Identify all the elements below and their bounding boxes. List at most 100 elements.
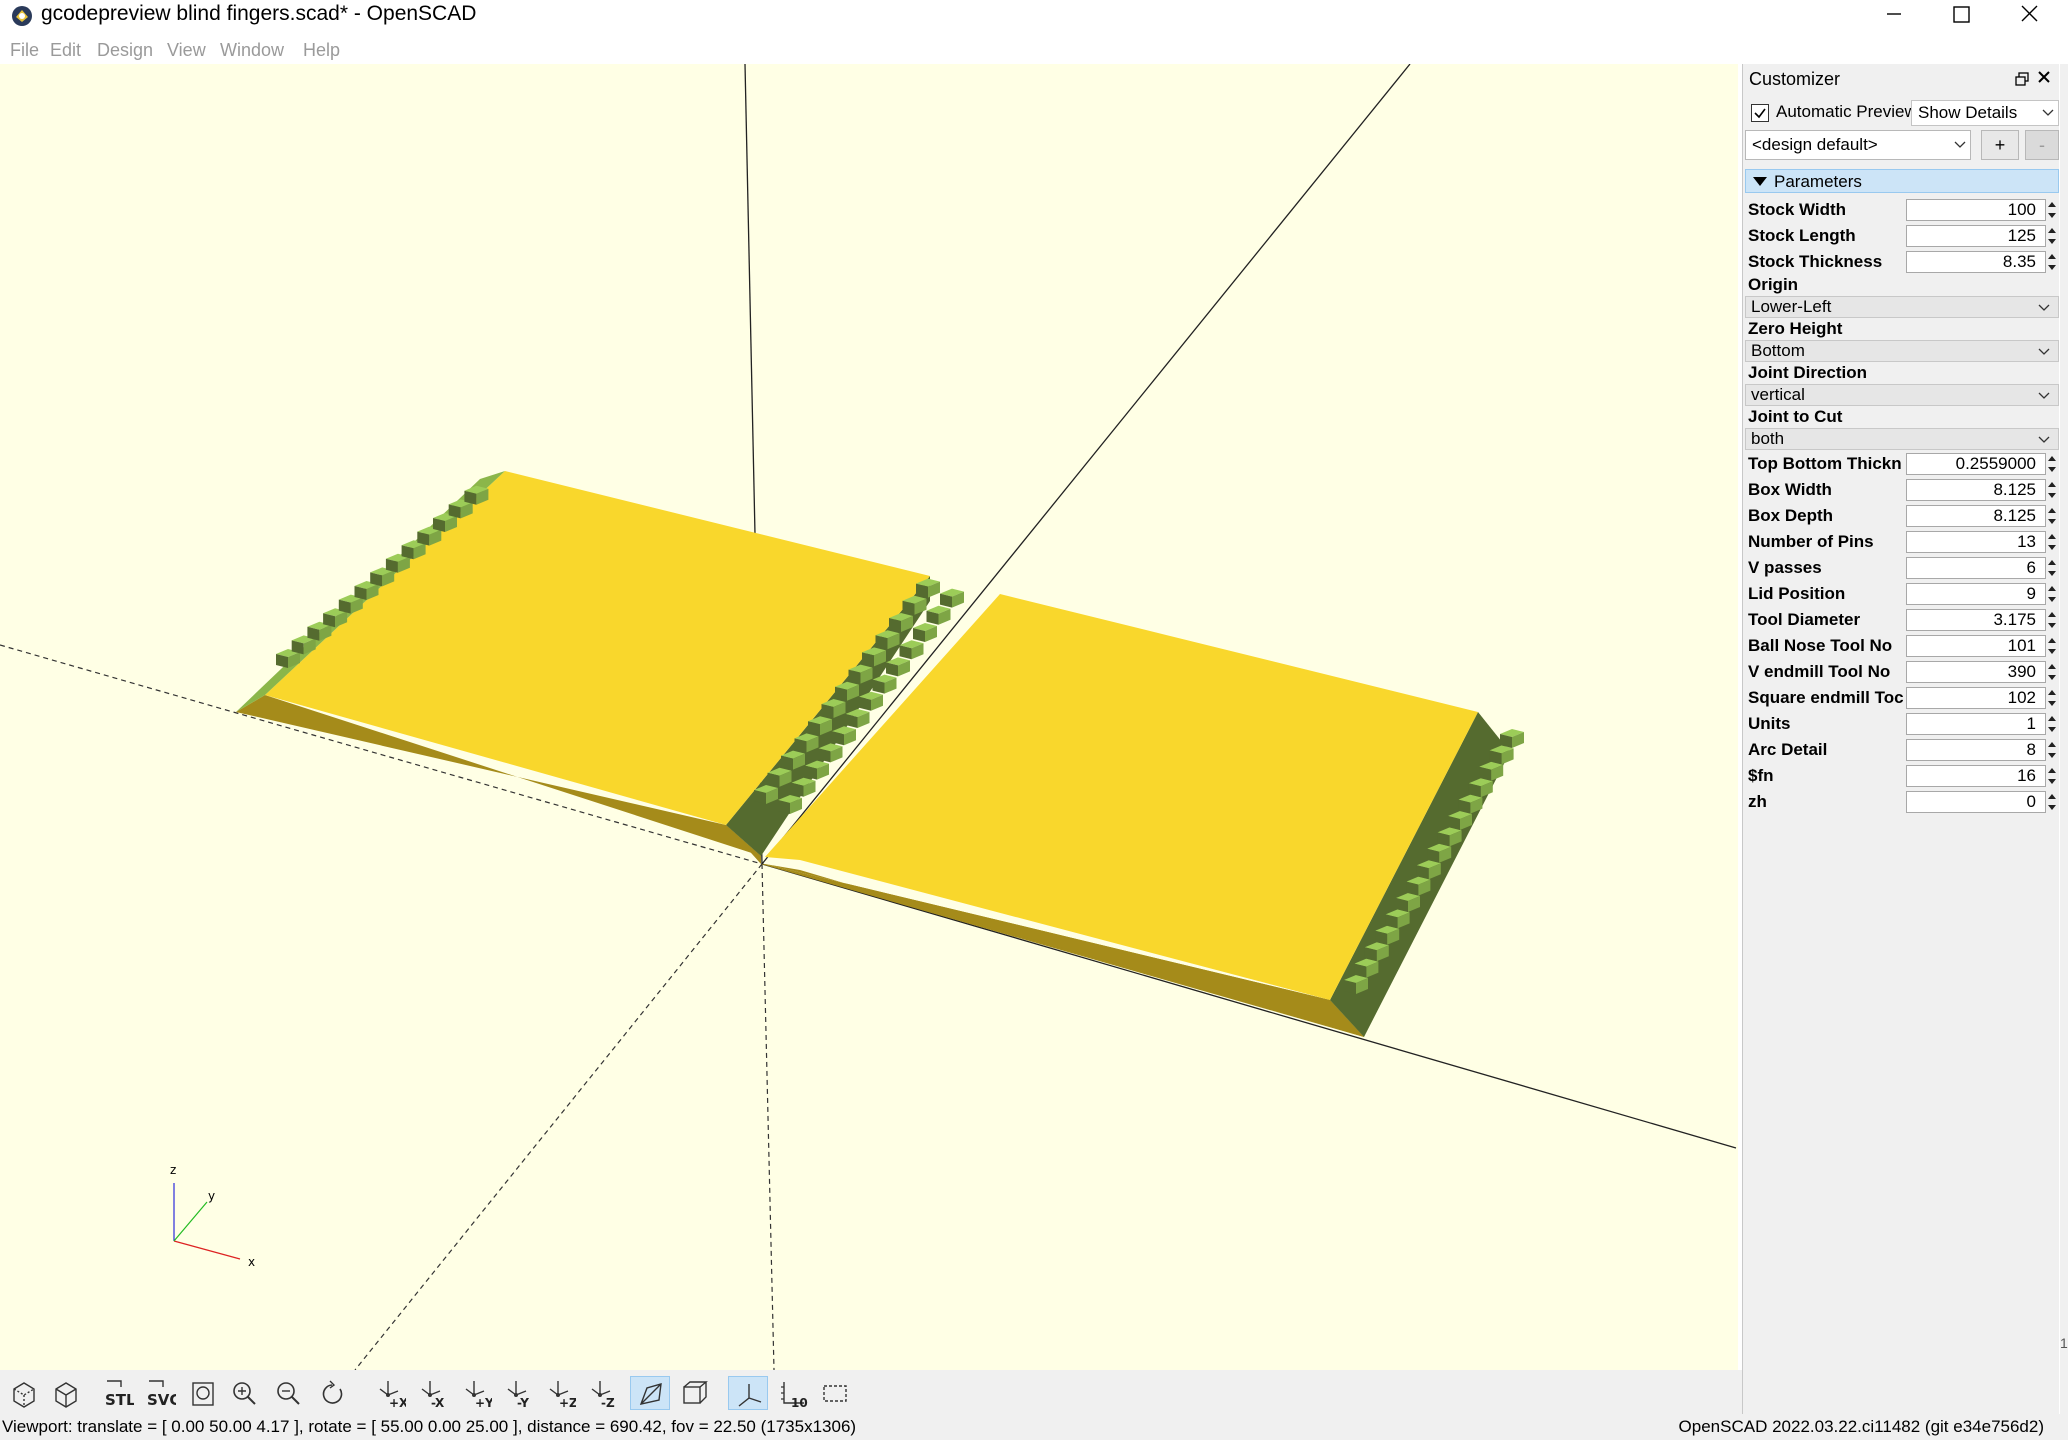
automatic-preview-checkbox[interactable] (1751, 104, 1769, 122)
param-spinbox[interactable]: 125 (1906, 225, 2046, 247)
param-spinbox[interactable]: 0.2559000 (1906, 453, 2046, 475)
param-spinbox[interactable]: 16 (1906, 765, 2046, 787)
param-spinbox[interactable]: 102 (1906, 687, 2046, 709)
param-label: Number of Pins (1748, 532, 1874, 551)
param-spinbox[interactable]: 8.35 (1906, 251, 2046, 273)
param-dropdown[interactable]: both (1745, 428, 2059, 450)
param-label: Stock Thickness (1748, 252, 1883, 271)
view-bottom-button[interactable]: -Z (582, 1376, 622, 1410)
menu-window[interactable]: Window (220, 40, 284, 61)
toolbar-button-text: -Z (601, 1396, 615, 1409)
menu-design[interactable]: Design (97, 40, 153, 61)
show-edges-button[interactable] (815, 1376, 855, 1410)
chevron-down-icon (2038, 436, 2050, 443)
view-front-icon: -Y (507, 1381, 529, 1409)
view-right-button[interactable]: +X (370, 1376, 410, 1410)
add-preset-button[interactable]: + (1981, 130, 2019, 160)
view-back-button[interactable]: +Y (456, 1376, 496, 1410)
zoom-in-button[interactable] (224, 1376, 264, 1410)
undock-panel-icon[interactable] (2015, 72, 2029, 90)
preview-icon (13, 1382, 35, 1408)
param-spinbox[interactable]: 13 (1906, 531, 2046, 553)
spin-arrows-icon[interactable] (2045, 635, 2059, 657)
orthogonal-button[interactable] (674, 1376, 714, 1410)
view-all-button[interactable] (182, 1376, 222, 1410)
spin-arrows-icon[interactable] (2045, 791, 2059, 813)
export-svg-button[interactable]: SVG (140, 1376, 180, 1410)
axis-indicator-y-label: y (208, 1189, 215, 1203)
param-spinbox[interactable]: 101 (1906, 635, 2046, 657)
maximize-icon (1953, 6, 1970, 23)
menu-file[interactable]: File (10, 40, 39, 61)
param-spinbox[interactable]: 6 (1906, 557, 2046, 579)
param-spinbox[interactable]: 390 (1906, 661, 2046, 683)
param-spinbox[interactable]: 8.125 (1906, 505, 2046, 527)
close-panel-icon[interactable] (2037, 68, 2051, 89)
param-label: V endmill Tool No (1748, 662, 1891, 681)
render-button[interactable] (46, 1376, 86, 1410)
param-label: Box Width (1748, 480, 1832, 499)
param-spinbox[interactable]: 100 (1906, 199, 2046, 221)
param-spinbox[interactable]: 9 (1906, 583, 2046, 605)
stl-icon: STL (105, 1380, 134, 1409)
maximize-button[interactable] (1932, 0, 1992, 28)
spin-arrows-icon[interactable] (2045, 557, 2059, 579)
view-right-icon: +X (379, 1381, 406, 1409)
render-icon (55, 1382, 77, 1408)
reset-view-button[interactable] (312, 1376, 352, 1410)
viewport-toolbar: STL SVG +X -X +Y -Y +Z -Z 10 (0, 1370, 1742, 1414)
zoom-out-button[interactable] (268, 1376, 308, 1410)
checkmark-icon (1754, 108, 1766, 119)
parameters-group-header[interactable]: Parameters (1745, 169, 2059, 193)
remove-preset-button[interactable]: - (2025, 130, 2059, 160)
spin-arrows-icon[interactable] (2045, 505, 2059, 527)
spin-arrows-icon[interactable] (2045, 199, 2059, 221)
spin-arrows-icon[interactable] (2045, 479, 2059, 501)
preset-dropdown[interactable]: <design default> (1745, 130, 1971, 160)
menu-view[interactable]: View (167, 40, 206, 61)
view-left-button[interactable]: -X (412, 1376, 452, 1410)
param-spinbox[interactable]: 8 (1906, 739, 2046, 761)
spin-arrows-icon[interactable] (2045, 713, 2059, 735)
param-spinbox[interactable]: 3.175 (1906, 609, 2046, 631)
param-dropdown[interactable]: Bottom (1745, 340, 2059, 362)
show-details-dropdown[interactable]: Show Details (1911, 100, 2059, 126)
param-spinbox[interactable]: 1 (1906, 713, 2046, 735)
param-spinbox[interactable]: 8.125 (1906, 479, 2046, 501)
spin-arrows-icon[interactable] (2045, 765, 2059, 787)
spin-arrows-icon[interactable] (2045, 609, 2059, 631)
spin-arrows-icon[interactable] (2045, 739, 2059, 761)
param-dropdown[interactable]: Lower-Left (1745, 296, 2059, 318)
perspective-button[interactable] (630, 1376, 670, 1410)
preview-button[interactable] (4, 1376, 44, 1410)
spin-arrows-icon[interactable] (2045, 687, 2059, 709)
menu-edit[interactable]: Edit (50, 40, 81, 61)
chevron-down-icon (2042, 109, 2054, 116)
spin-arrows-icon[interactable] (2045, 225, 2059, 247)
customizer-scrollbar[interactable] (2060, 64, 2068, 1414)
show-axes-button[interactable] (728, 1376, 768, 1410)
minimize-button[interactable] (1865, 0, 1925, 28)
3d-viewport[interactable]: z y x (0, 64, 1738, 1370)
spin-arrows-icon[interactable] (2045, 531, 2059, 553)
param-spinbox[interactable]: 0 (1906, 791, 2046, 813)
spin-arrows-icon[interactable] (2045, 251, 2059, 273)
show-scale-button[interactable]: 10 (772, 1376, 812, 1410)
close-window-button[interactable] (2000, 0, 2060, 28)
chevron-down-icon (2038, 392, 2050, 399)
scroll-corner-indicator: 1 (2060, 1335, 2068, 1351)
export-stl-button[interactable]: STL (98, 1376, 138, 1410)
param-label: Top Bottom Thickn (1748, 454, 1902, 473)
param-label: Zero Height (1748, 319, 1843, 338)
customizer-title: Customizer (1749, 69, 1841, 89)
param-dropdown[interactable]: vertical (1745, 384, 2059, 406)
view-top-button[interactable]: +Z (540, 1376, 580, 1410)
spin-arrows-icon[interactable] (2045, 661, 2059, 683)
view-front-button[interactable]: -Y (498, 1376, 538, 1410)
menu-help[interactable]: Help (303, 40, 340, 61)
openscad-app-icon[interactable] (10, 4, 34, 28)
orthogonal-icon (683, 1381, 708, 1404)
spin-arrows-icon[interactable] (2045, 583, 2059, 605)
spin-arrows-icon[interactable] (2045, 453, 2059, 475)
param-label: Lid Position (1748, 584, 1846, 603)
